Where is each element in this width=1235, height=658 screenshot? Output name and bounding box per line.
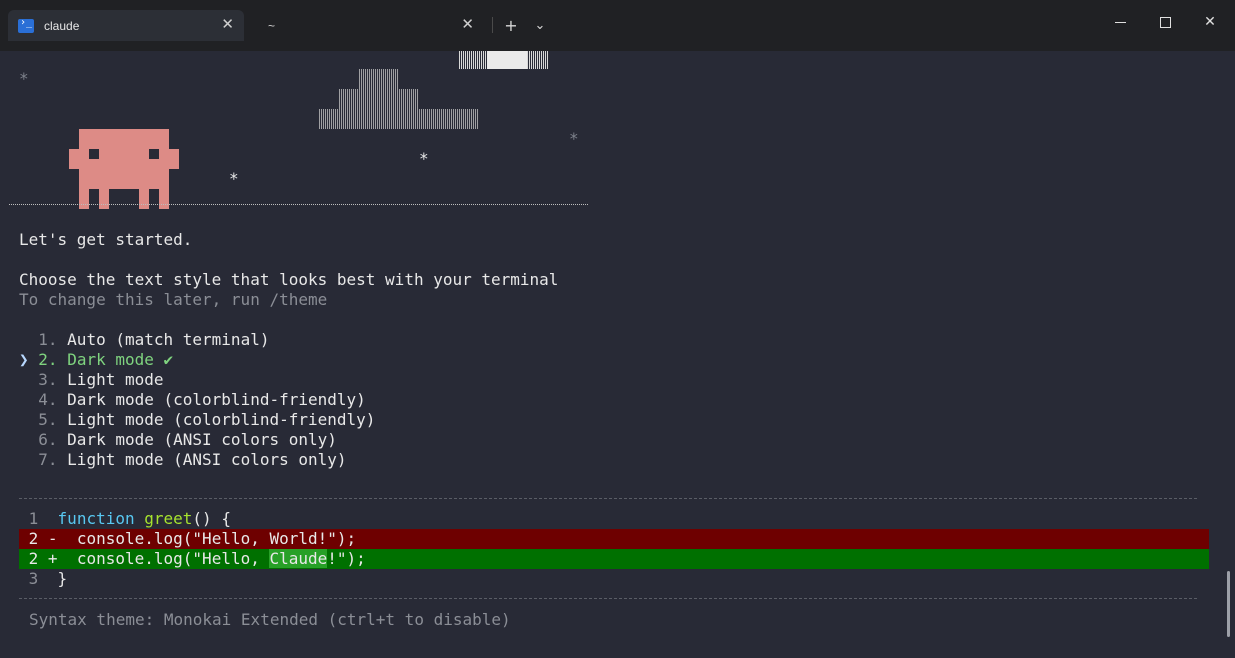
theme-option[interactable]: 1. Auto (match terminal) [19,330,269,350]
theme-option[interactable]: 5. Light mode (colorblind-friendly) [19,410,375,430]
star-icon: * [419,149,429,168]
minimize-icon [1114,21,1126,23]
divider [492,17,493,33]
tab-label: ~ [268,18,276,33]
close-icon[interactable]: ✕ [461,15,474,33]
theme-option[interactable]: 3. Light mode [19,370,163,390]
cloud-art [339,89,419,109]
code-line-deleted: 2 - console.log("Hello, World!"); [19,529,1209,549]
code-line-added: 2 + console.log("Hello, Claude!"); [19,549,1209,569]
terminal-pane[interactable]: * * * * Let's get started. Choose the te… [0,51,1235,658]
maximize-button[interactable] [1145,12,1185,32]
code-line: 1 function greet() { [28,509,231,528]
close-icon[interactable]: ✕ [221,15,234,33]
new-tab-button[interactable]: + [496,12,526,38]
theme-option-selected[interactable]: ❯ 2. Dark mode ✔ [19,350,173,370]
theme-option[interactable]: 6. Dark mode (ANSI colors only) [19,430,337,450]
cloud-art [359,69,399,89]
divider [19,498,1197,499]
selector-arrow-icon: ❯ [19,350,29,369]
star-icon: * [19,69,29,88]
star-icon: * [569,129,579,148]
heading-text: Choose the text style that looks best wi… [19,270,559,289]
close-window-button[interactable]: ✕ [1190,12,1230,32]
cloud-art [319,109,479,129]
chevron-down-icon[interactable]: ⌄ [525,12,555,38]
syntax-theme-footer: Syntax theme: Monokai Extended (ctrl+t t… [29,610,511,629]
powershell-icon [18,17,34,33]
minimize-button[interactable] [1100,12,1140,32]
code-line: 3 } [28,569,68,588]
intro-text: Let's get started. [19,230,193,249]
title-bar: claude ✕ ~ ✕ + ⌄ ✕ [0,0,1235,51]
subheading-text: To change this later, run /theme [19,290,328,309]
moon-core [487,51,527,69]
maximize-icon [1159,16,1171,28]
theme-option[interactable]: 7. Light mode (ANSI colors only) [19,450,346,470]
divider [19,598,1197,599]
scrollbar[interactable] [1227,571,1230,637]
theme-option[interactable]: 4. Dark mode (colorblind-friendly) [19,390,366,410]
tab-claude[interactable]: claude ✕ [8,10,244,41]
tab-label: claude [44,18,80,33]
tab-home[interactable]: ~ ✕ [252,10,484,41]
ground-line [9,204,588,205]
star-icon: * [229,169,239,188]
